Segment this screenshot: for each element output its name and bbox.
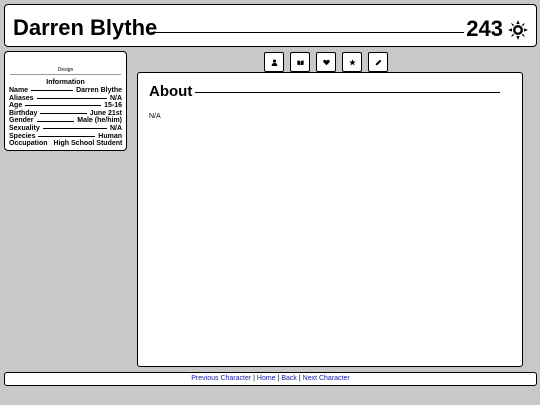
info-row-name: Name Darren Blythe bbox=[9, 87, 122, 95]
character-name: Darren Blythe bbox=[13, 15, 158, 40]
heart-icon bbox=[322, 59, 330, 65]
info-leader bbox=[25, 105, 102, 107]
nav-separator: | bbox=[277, 375, 280, 382]
tab-story[interactable] bbox=[290, 52, 310, 72]
character-number: 243 bbox=[466, 16, 503, 41]
tab-profile[interactable] bbox=[264, 52, 284, 72]
info-row-age: Age 15-16 bbox=[9, 102, 122, 110]
nav-separator: | bbox=[253, 375, 255, 382]
info-leader bbox=[36, 120, 75, 122]
info-leader bbox=[42, 128, 107, 130]
section-divider bbox=[195, 92, 500, 93]
info-leader bbox=[38, 135, 96, 137]
info-panel: Design Information Name Darren Blythe Al… bbox=[4, 51, 127, 151]
design-label: Design bbox=[57, 67, 74, 73]
about-panel: About N/A bbox=[137, 72, 523, 367]
section-title: About bbox=[149, 83, 193, 100]
previous-character-link[interactable]: Previous Character bbox=[191, 375, 251, 382]
character-header: Darren Blythe 243 bbox=[4, 4, 537, 47]
info-value: 15-16 bbox=[104, 102, 122, 110]
about-text: N/A bbox=[149, 113, 161, 120]
info-key: Species bbox=[9, 132, 36, 140]
info-value: Darren Blythe bbox=[76, 87, 122, 94]
info-value: High School Student bbox=[53, 140, 123, 148]
info-key: Aliases bbox=[9, 94, 34, 102]
info-value: Male (he/him) bbox=[77, 117, 122, 125]
info-key: Age bbox=[9, 102, 23, 110]
info-leader bbox=[36, 97, 107, 99]
info-key: Name bbox=[9, 87, 29, 94]
info-value: Human bbox=[98, 132, 122, 140]
info-key: Sexuality bbox=[9, 124, 40, 132]
info-row-gender: Gender Male (he/him) bbox=[9, 117, 122, 125]
info-value: June 21st bbox=[89, 109, 122, 117]
info-leader bbox=[40, 113, 87, 115]
info-key: Gender bbox=[9, 117, 34, 125]
tab-relationships[interactable] bbox=[316, 52, 336, 72]
star-icon bbox=[348, 58, 356, 65]
info-value: N/A bbox=[109, 124, 122, 132]
tab-favorites[interactable] bbox=[342, 52, 362, 72]
footer-nav: Previous Character | Home | Back | Next … bbox=[4, 372, 537, 386]
info-key: Birthday bbox=[9, 109, 38, 117]
info-row-sexuality: Sexuality N/A bbox=[9, 125, 122, 133]
book-icon bbox=[296, 59, 304, 65]
header-divider bbox=[151, 32, 464, 33]
info-row-occupation: Occupation High School Student bbox=[9, 140, 122, 148]
info-row-species: Species Human bbox=[9, 133, 122, 141]
info-key: Occupation bbox=[9, 140, 48, 148]
user-icon bbox=[271, 59, 277, 66]
back-link[interactable]: Back bbox=[281, 375, 297, 382]
tab-edit[interactable] bbox=[368, 52, 388, 72]
info-leader bbox=[31, 90, 74, 92]
next-character-link[interactable]: Next Character bbox=[303, 375, 350, 382]
info-title: Information bbox=[46, 79, 85, 86]
nav-separator: | bbox=[298, 375, 301, 382]
info-row-birthday: Birthday June 21st bbox=[9, 110, 122, 118]
sun-icon bbox=[508, 20, 528, 40]
home-link[interactable]: Home bbox=[257, 375, 276, 382]
pencil-icon bbox=[375, 59, 381, 65]
info-value: N/A bbox=[109, 94, 122, 102]
info-divider bbox=[10, 74, 121, 75]
info-row-aliases: Aliases N/A bbox=[9, 95, 122, 103]
section-tabs bbox=[264, 52, 388, 72]
